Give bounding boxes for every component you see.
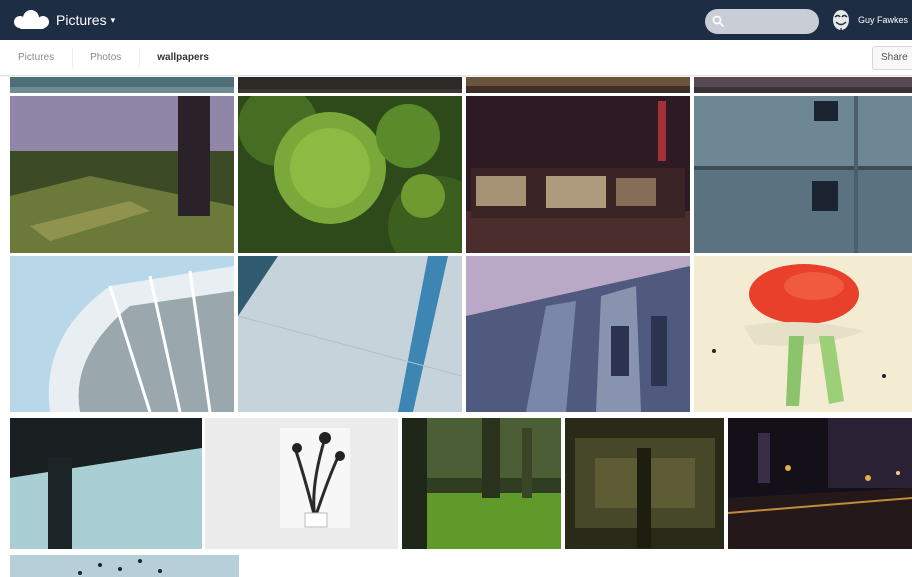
- photo-thumbnail[interactable]: [565, 418, 724, 549]
- app-name: Pictures: [56, 12, 107, 28]
- breadcrumb-item-pictures[interactable]: Pictures: [0, 40, 72, 76]
- cloud-logo-icon[interactable]: [10, 6, 54, 34]
- breadcrumb-bar: Pictures Photos wallpapers Share: [0, 40, 912, 76]
- photo-thumbnail[interactable]: [10, 77, 234, 93]
- user-name: Guy Fawkes: [858, 15, 909, 25]
- photo-thumbnail[interactable]: [10, 555, 239, 577]
- photo-thumbnail[interactable]: [238, 77, 462, 93]
- photo-thumbnail[interactable]: [694, 77, 912, 93]
- top-header: Pictures ▾ Guy Fawkes: [0, 0, 912, 40]
- search-box[interactable]: [705, 9, 819, 34]
- photo-thumbnail[interactable]: [205, 418, 398, 549]
- mask-avatar-icon: [833, 10, 849, 31]
- search-input[interactable]: [727, 12, 813, 31]
- photo-thumbnail[interactable]: [402, 418, 561, 549]
- pictures-app: Pictures ▾ Guy Fawkes Pictures Photos wa…: [0, 0, 912, 577]
- search-icon: [712, 15, 724, 27]
- photo-thumbnail[interactable]: [694, 96, 912, 253]
- breadcrumb: Pictures Photos wallpapers: [0, 40, 227, 76]
- photo-thumbnail[interactable]: [10, 96, 234, 253]
- photo-thumbnail[interactable]: [238, 256, 462, 412]
- photo-thumbnail[interactable]: [728, 418, 912, 549]
- photo-thumbnail[interactable]: [694, 256, 912, 412]
- photo-gallery: [0, 77, 912, 577]
- photo-thumbnail[interactable]: [10, 256, 234, 412]
- breadcrumb-item-photos[interactable]: Photos: [72, 40, 139, 76]
- photo-thumbnail[interactable]: [466, 96, 690, 253]
- photo-thumbnail[interactable]: [238, 96, 462, 253]
- share-button[interactable]: Share: [872, 46, 912, 70]
- photo-thumbnail[interactable]: [466, 256, 690, 412]
- photo-thumbnail[interactable]: [10, 418, 202, 549]
- app-menu-button[interactable]: Pictures ▾: [56, 12, 115, 28]
- photo-thumbnail[interactable]: [466, 77, 690, 93]
- breadcrumb-item-wallpapers[interactable]: wallpapers: [139, 40, 227, 76]
- chevron-down-icon: ▾: [110, 14, 116, 25]
- user-menu[interactable]: Guy Fawkes: [830, 8, 908, 32]
